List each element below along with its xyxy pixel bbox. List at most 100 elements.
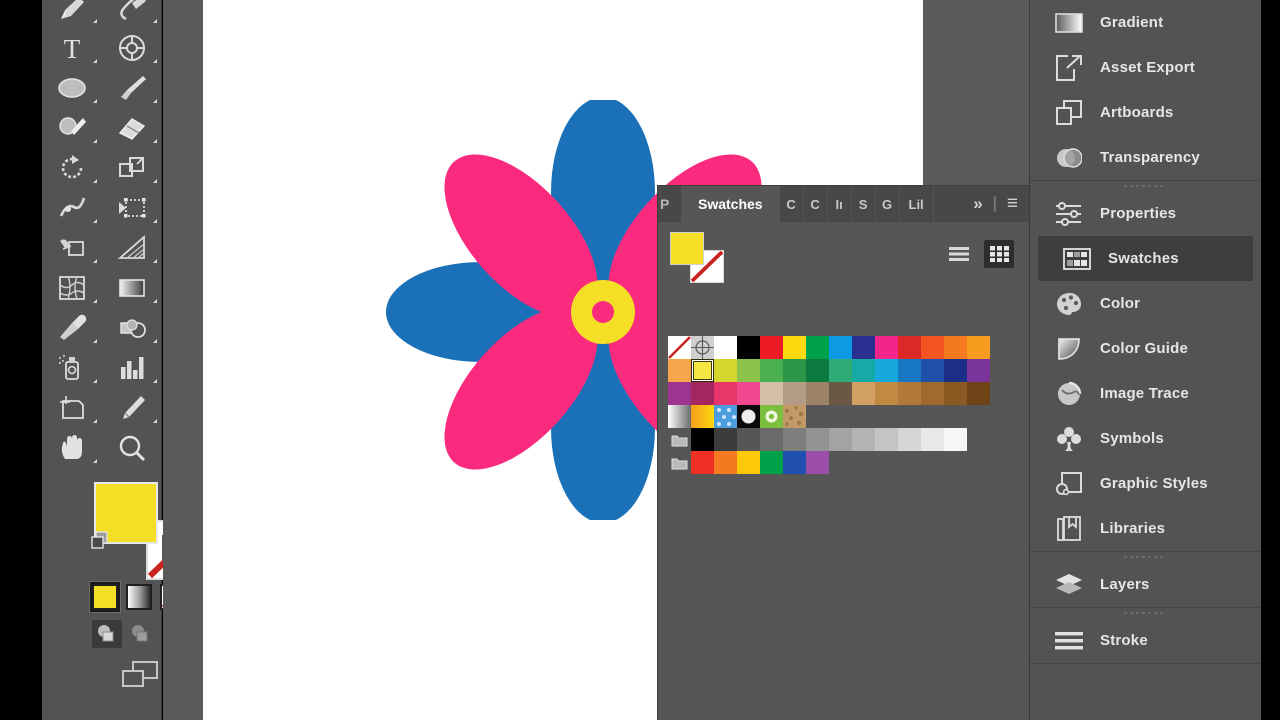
zoom-tool[interactable] <box>102 428 162 468</box>
swatch-cell[interactable] <box>806 451 829 474</box>
panel-color-guide[interactable]: Color Guide <box>1030 326 1261 371</box>
swatch-cell[interactable] <box>737 359 760 382</box>
swatch-cell[interactable] <box>944 382 967 405</box>
panel-transparency[interactable]: Transparency <box>1030 135 1261 180</box>
swatch-cell[interactable] <box>944 359 967 382</box>
panel-libraries[interactable]: Libraries <box>1030 506 1261 551</box>
column-graph-tool[interactable] <box>102 348 162 388</box>
swatch-cell-selected[interactable] <box>691 359 714 382</box>
mesh-tool[interactable] <box>42 268 102 308</box>
swatch-cell[interactable] <box>875 336 898 359</box>
swatch-cell[interactable] <box>714 382 737 405</box>
swatch-cell[interactable] <box>829 359 852 382</box>
swatch-cell[interactable] <box>737 405 760 428</box>
swatch-cell[interactable] <box>806 428 829 451</box>
swatch-cell[interactable] <box>668 359 691 382</box>
draw-normal-button[interactable] <box>92 620 122 648</box>
ellipse-tool[interactable] <box>42 68 102 108</box>
swatch-cell[interactable] <box>760 382 783 405</box>
swatches-fill-stroke-widget[interactable] <box>668 232 726 284</box>
blob-brush-tool[interactable] <box>42 108 102 148</box>
blend-tool[interactable] <box>102 308 162 348</box>
paintbrush-tool[interactable] <box>102 68 162 108</box>
swatch-cell[interactable] <box>714 405 737 428</box>
swatch-cell[interactable] <box>967 336 990 359</box>
panel-graphic-styles[interactable]: Graphic Styles <box>1030 461 1261 506</box>
swatch-cell[interactable] <box>898 359 921 382</box>
swatch-cell[interactable] <box>737 382 760 405</box>
swatches-fill-swatch[interactable] <box>670 232 704 265</box>
swatch-cell[interactable] <box>714 451 737 474</box>
swatch-cell[interactable] <box>829 336 852 359</box>
swatch-cell[interactable] <box>760 405 783 428</box>
swatch-cell[interactable] <box>737 336 760 359</box>
panel-layers[interactable]: Layers <box>1030 562 1261 607</box>
swatch-cell[interactable] <box>783 336 806 359</box>
panel-image-trace[interactable]: Image Trace <box>1030 371 1261 416</box>
panel-asset-export[interactable]: Asset Export <box>1030 45 1261 90</box>
free-transform-tool[interactable] <box>102 188 162 228</box>
swatch-cell[interactable] <box>714 359 737 382</box>
shape-builder-tool[interactable] <box>102 28 162 68</box>
panel-symbols[interactable]: Symbols <box>1030 416 1261 461</box>
swatch-group-folder-icon[interactable] <box>668 451 691 474</box>
color-mode-button[interactable] <box>90 582 120 612</box>
swatch-cell[interactable] <box>875 359 898 382</box>
swatch-cell[interactable] <box>783 451 806 474</box>
swatch-cell[interactable] <box>898 428 921 451</box>
draw-behind-button[interactable] <box>126 620 156 648</box>
swatch-cell[interactable] <box>737 428 760 451</box>
panel-menu-icon[interactable]: ≡ <box>1007 193 1018 215</box>
swatch-cell[interactable] <box>760 336 783 359</box>
artboard-tool[interactable] <box>42 388 102 428</box>
swatch-cell[interactable] <box>921 359 944 382</box>
swatch-cell[interactable] <box>691 336 714 359</box>
swatch-cell[interactable] <box>829 428 852 451</box>
pencil-tool[interactable] <box>42 0 102 28</box>
screen-mode-icon[interactable] <box>120 660 160 690</box>
tab-graphic-styles[interactable]: G <box>876 186 900 222</box>
dock-group-grip[interactable] <box>1030 552 1261 562</box>
grid-view-button[interactable] <box>984 240 1014 268</box>
flower-center-ring[interactable] <box>571 280 635 344</box>
swatch-cell[interactable] <box>944 428 967 451</box>
swatch-cell[interactable] <box>691 382 714 405</box>
swatch-cell[interactable] <box>967 382 990 405</box>
swatch-cell[interactable] <box>875 428 898 451</box>
tab-color-guide[interactable]: C <box>804 186 828 222</box>
panel-stroke[interactable]: Stroke <box>1030 618 1261 663</box>
swatch-cell[interactable] <box>714 428 737 451</box>
swatch-cell[interactable] <box>668 382 691 405</box>
swatch-cell[interactable] <box>783 428 806 451</box>
hand-tool[interactable] <box>42 428 102 468</box>
swatch-cell[interactable] <box>852 336 875 359</box>
default-fill-stroke-icon[interactable] <box>90 530 110 550</box>
overflow-chevrons-icon[interactable]: » <box>973 194 982 214</box>
panel-gradient[interactable]: Gradient <box>1030 0 1261 45</box>
gradient-mode-button[interactable] <box>126 584 152 610</box>
panel-properties[interactable]: Properties <box>1030 191 1261 236</box>
swatch-cell[interactable] <box>806 336 829 359</box>
swatch-cell[interactable] <box>760 359 783 382</box>
tab-symbols[interactable]: S <box>852 186 876 222</box>
swatch-cell[interactable] <box>852 382 875 405</box>
swatch-cell[interactable] <box>944 336 967 359</box>
gradient-tool[interactable] <box>102 268 162 308</box>
swatches-grid[interactable] <box>668 336 990 474</box>
tab-properties[interactable]: P <box>658 186 682 222</box>
tab-image-trace[interactable]: Iı <box>828 186 852 222</box>
panel-color[interactable]: Color <box>1030 281 1261 326</box>
swatches-panel[interactable]: P Swatches C C Iı S G Lil » | ≡ <box>658 186 1030 720</box>
tab-libraries[interactable]: Lil <box>900 186 934 222</box>
swatch-cell[interactable] <box>921 336 944 359</box>
swatch-cell[interactable] <box>714 336 737 359</box>
swatch-cell[interactable] <box>898 382 921 405</box>
scale-tool[interactable] <box>102 148 162 188</box>
panel-artboards[interactable]: Artboards <box>1030 90 1261 135</box>
type-tool[interactable]: T <box>42 28 102 68</box>
swatch-cell[interactable] <box>691 451 714 474</box>
swatch-cell[interactable] <box>967 359 990 382</box>
swatch-cell[interactable] <box>806 359 829 382</box>
dock-group-grip[interactable] <box>1030 608 1261 618</box>
shape-builder-2-tool[interactable] <box>42 228 102 268</box>
